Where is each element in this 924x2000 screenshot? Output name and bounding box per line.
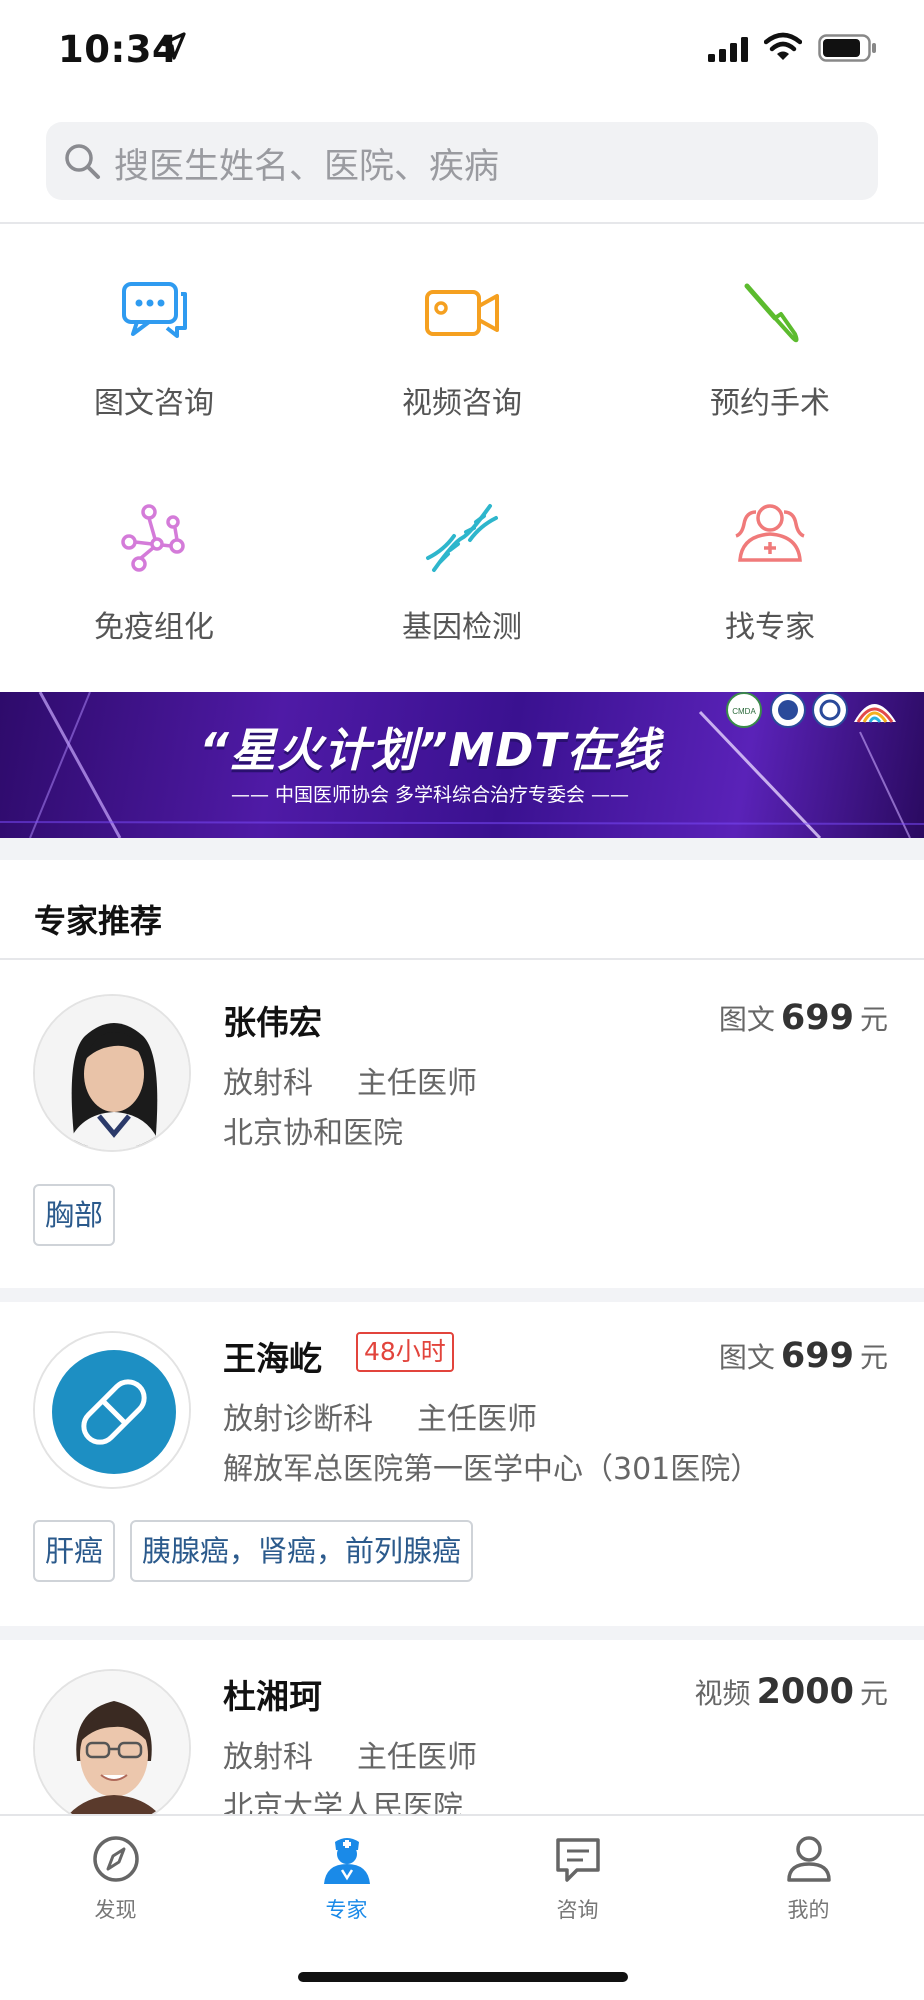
dna-icon: [424, 502, 500, 578]
doctor-group-icon: [732, 502, 808, 572]
card-spacer: [0, 1288, 924, 1302]
service-label: 免疫组化: [94, 610, 214, 645]
doctor-hospital: 北京大学人民医院: [223, 1790, 463, 1814]
compass-icon: [91, 1834, 141, 1888]
doctor-name: 张伟宏: [223, 1003, 322, 1042]
service-label: 图文咨询: [94, 386, 214, 421]
doctor-title: 主任医师: [357, 1740, 477, 1775]
doctor-dept-title: 放射科 主任医师: [223, 1058, 477, 1102]
person-icon: [784, 1834, 834, 1888]
search-placeholder: 搜医生姓名、医院、疾病: [114, 147, 500, 187]
cellular-signal-icon: [708, 36, 752, 66]
section-spacer: [0, 838, 924, 860]
doctor-hospital: 解放军总医院第一医学中心（301医院）: [223, 1452, 761, 1487]
doctor-card[interactable]: 杜湘珂 视频 2000 元 放射科 主任医师 北京大学人民医院: [0, 1640, 924, 1814]
doctor-price: 图文 699 元: [719, 998, 888, 1038]
tab-mine[interactable]: 我的: [693, 1816, 924, 1926]
location-arrow-icon: [160, 32, 186, 64]
doctor-hospital: 北京协和医院: [223, 1116, 403, 1151]
doctor-dept: 放射诊断科: [223, 1402, 373, 1437]
cmda-logo-text: CMDA: [732, 707, 756, 716]
service-label: 视频咨询: [402, 386, 522, 421]
chat-bubble-icon: [119, 278, 189, 352]
price-type: 视频: [694, 1677, 751, 1710]
tab-experts[interactable]: 专家: [231, 1816, 462, 1926]
tab-consult[interactable]: 咨询: [462, 1816, 693, 1926]
doctor-dept: 放射科: [223, 1066, 313, 1101]
doctor-dept-title: 放射诊断科 主任医师: [223, 1394, 537, 1438]
price-type: 图文: [718, 1341, 775, 1374]
promo-banner[interactable]: “星火计划”MDT在线 —— 中国医师协会 多学科综合治疗专委会 —— CMDA: [0, 692, 924, 838]
doctor-card[interactable]: 王海屹 48小时 图文 699 元 放射诊断科 主任医师 解放军总医院第一医学中心（3…: [0, 1302, 924, 1628]
section-title: 专家推荐: [34, 902, 163, 940]
card-spacer: [0, 1626, 924, 1640]
tab-label: 我的: [787, 1898, 830, 1922]
price-value: 699: [780, 998, 854, 1038]
doctor-name: 王海屹: [223, 1339, 322, 1378]
doctor-price: 视频 2000 元: [695, 1672, 888, 1712]
service-immunohistochemistry[interactable]: 免疫组化: [4, 502, 304, 672]
doctor-avatar: [33, 1331, 191, 1489]
service-label: 预约手术: [710, 386, 830, 421]
service-video-consult[interactable]: 视频咨询: [312, 278, 612, 448]
specialty-tag[interactable]: 胰腺癌，肾癌，前列腺癌: [130, 1520, 474, 1582]
doctor-dept-title: 放射科 主任医师: [223, 1732, 477, 1776]
tab-label: 专家: [325, 1898, 368, 1922]
service-label: 找专家: [725, 610, 815, 645]
tab-label: 咨询: [556, 1898, 599, 1922]
doctor-dept: 放射科: [223, 1740, 313, 1775]
doctor-title: 主任医师: [357, 1066, 477, 1101]
service-image-text-consult[interactable]: 图文咨询: [4, 278, 304, 448]
doctor-name: 杜湘珂: [223, 1677, 322, 1716]
price-value: 2000: [756, 1672, 854, 1712]
service-label: 基因检测: [402, 610, 522, 645]
molecule-icon: [119, 502, 189, 576]
price-unit: 元: [859, 1341, 888, 1374]
specialty-tag[interactable]: 胸部: [33, 1184, 116, 1246]
scalpel-icon: [735, 278, 805, 352]
battery-icon: [818, 34, 878, 66]
status-bar: 10:34: [0, 0, 924, 100]
app-root: 10:34 搜医生姓名、医院、疾病 图文咨询 视频咨询 预约手术 免疫组化 基因…: [0, 0, 924, 2000]
price-value: 699: [780, 1336, 854, 1376]
doctor-avatar: [33, 1669, 191, 1814]
search-icon: [62, 141, 102, 185]
doctor-title: 主任医师: [417, 1402, 537, 1437]
home-indicator[interactable]: [298, 1972, 628, 1982]
banner-subtitle: —— 中国医师协会 多学科综合治疗专委会 ——: [230, 784, 630, 806]
specialty-tag[interactable]: 肝癌: [33, 1520, 116, 1582]
price-unit: 元: [859, 1003, 888, 1036]
banner-partner-logos: CMDA: [726, 692, 896, 728]
service-gene-testing[interactable]: 基因检测: [312, 502, 612, 672]
service-find-expert[interactable]: 找专家: [620, 502, 920, 672]
doctor-price: 图文 699 元: [719, 1336, 888, 1376]
doctor-icon: [322, 1834, 372, 1890]
price-unit: 元: [859, 1677, 888, 1710]
message-icon: [553, 1834, 603, 1888]
price-type: 图文: [718, 1003, 775, 1036]
service-book-surgery[interactable]: 预约手术: [620, 278, 920, 448]
video-camera-icon: [422, 278, 502, 352]
doctor-avatar: [33, 994, 191, 1152]
tab-discover[interactable]: 发现: [0, 1816, 231, 1926]
doctor-card[interactable]: 张伟宏 图文 699 元 放射科 主任医师 北京协和医院 胸部: [0, 960, 924, 1298]
divider: [0, 222, 924, 224]
search-bar[interactable]: 搜医生姓名、医院、疾病: [46, 122, 878, 200]
tab-label: 发现: [94, 1898, 137, 1922]
response-time-badge: 48小时: [356, 1332, 454, 1372]
wifi-icon: [763, 32, 803, 66]
